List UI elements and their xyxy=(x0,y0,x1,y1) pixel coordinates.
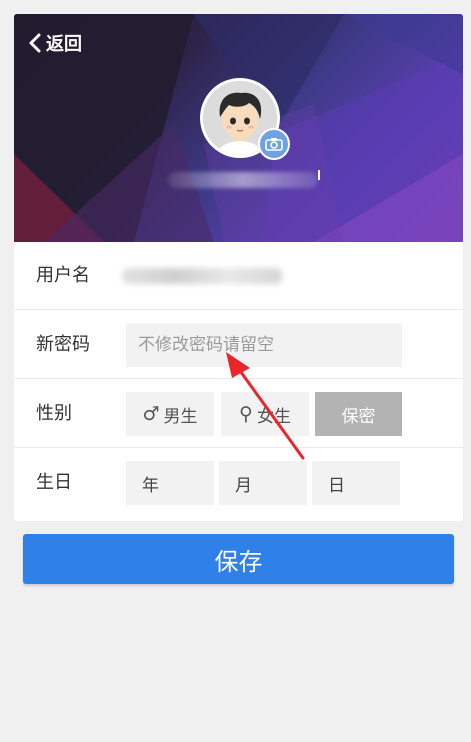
birthday-row: 生日 年 月 日 xyxy=(14,449,463,517)
chevron-left-icon xyxy=(29,33,41,53)
female-icon: ⚲ xyxy=(239,403,253,425)
new-password-input[interactable] xyxy=(126,323,402,367)
profile-header: 返回 xyxy=(14,14,463,242)
gender-male-label: 男生 xyxy=(163,406,198,427)
year-placeholder: 年 xyxy=(142,475,159,496)
back-button[interactable]: 返回 xyxy=(28,30,82,56)
password-label: 新密码 xyxy=(36,334,90,355)
username-row: 用户名 xyxy=(14,242,463,310)
gender-male-option[interactable]: ♂ 男生 xyxy=(126,392,214,436)
username-value-blurred xyxy=(122,268,282,284)
gender-female-option[interactable]: ⚲ 女生 xyxy=(221,392,309,436)
birthday-day-select[interactable]: 日 xyxy=(312,461,400,505)
avatar-area[interactable] xyxy=(200,78,290,160)
back-label: 返回 xyxy=(46,34,82,55)
gender-label: 性别 xyxy=(36,403,72,424)
month-placeholder: 月 xyxy=(235,475,252,496)
gender-female-label: 女生 xyxy=(256,406,291,427)
profile-edit-page: 返回 用户名 新密码 性别 ♂ 男生 ⚲ 女生 保密 生日 年 月 日 保存 xyxy=(14,14,463,734)
birthday-year-select[interactable]: 年 xyxy=(126,461,214,505)
change-avatar-button[interactable] xyxy=(258,128,290,160)
username-label: 用户名 xyxy=(36,265,90,286)
camera-icon xyxy=(265,138,283,151)
save-button[interactable]: 保存 xyxy=(23,534,454,584)
password-row: 新密码 xyxy=(14,311,463,379)
gender-secret-option[interactable]: 保密 xyxy=(315,392,402,436)
birthday-month-select[interactable]: 月 xyxy=(219,461,307,505)
gender-row: 性别 ♂ 男生 ⚲ 女生 保密 xyxy=(14,380,463,448)
nickname-blurred xyxy=(168,172,318,188)
profile-form: 用户名 新密码 性别 ♂ 男生 ⚲ 女生 保密 生日 年 月 日 xyxy=(14,242,463,521)
nickname-caret xyxy=(318,170,320,180)
male-icon: ♂ xyxy=(142,403,160,425)
gender-secret-label: 保密 xyxy=(341,406,376,427)
day-placeholder: 日 xyxy=(328,475,345,496)
birthday-label: 生日 xyxy=(36,472,72,493)
